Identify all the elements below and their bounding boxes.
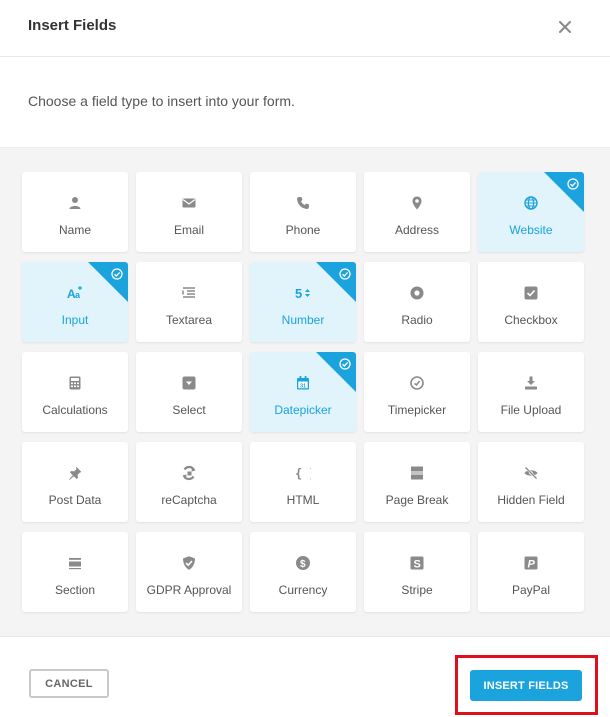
field-tile-label: HTML [286,493,320,507]
dialog-header: Insert Fields [0,0,610,57]
field-tile-label: Website [509,223,553,237]
dollar-icon: $ [295,555,311,571]
dialog-footer: CANCEL INSERT FIELDS [0,638,610,717]
field-tile-label: Email [173,223,204,237]
text-input-icon: Aa [67,285,83,301]
field-tile-label: Number [281,313,325,327]
field-tile-label: Hidden Field [497,493,565,507]
field-tile-phone[interactable]: Phone [250,172,356,252]
field-tile-stripe[interactable]: S Stripe [364,532,470,612]
field-tile-label: Phone [285,223,321,237]
radio-icon [409,285,425,301]
field-tile-page-break[interactable]: Page Break [364,442,470,522]
field-tile-currency[interactable]: $ Currency [250,532,356,612]
user-icon [67,195,83,211]
field-tile-radio[interactable]: Radio [364,262,470,342]
insert-fields-dialog: Insert Fields Choose a field type to ins… [0,0,610,717]
field-tile-calculations[interactable]: Calculations [22,352,128,432]
field-tile-section[interactable]: Section [22,532,128,612]
field-tile-label: PayPal [511,583,551,597]
field-tile-textarea[interactable]: Textarea [136,262,242,342]
field-tile-select[interactable]: Select [136,352,242,432]
upload-icon [523,375,539,391]
field-tile-label: Name [58,223,91,237]
pin-icon [67,465,83,481]
field-tile-label: Timepicker [387,403,447,417]
field-tile-checkbox[interactable]: Checkbox [478,262,584,342]
field-tile-label: Textarea [165,313,213,327]
svg-text:31: 31 [300,384,306,390]
field-tile-label: Page Break [385,493,449,507]
svg-text:$: $ [300,559,306,570]
field-tile-hidden-field[interactable]: Hidden Field [478,442,584,522]
field-tile-label: Checkbox [504,313,558,327]
number-icon: 5 [295,285,311,301]
envelope-icon [181,195,197,211]
field-tile-label: Post Data [48,493,102,507]
field-tile-label: Address [394,223,440,237]
svg-text:a: a [75,290,81,300]
shield-check-icon [181,555,197,571]
check-circle-icon [567,177,579,190]
check-circle-icon [111,267,123,280]
stripe-icon: S [409,555,425,571]
field-tile-name[interactable]: Name [22,172,128,252]
field-tile-gdpr-approval[interactable]: GDPR Approval [136,532,242,612]
section-icon [67,555,83,571]
field-tile-label: GDPR Approval [146,583,232,597]
field-type-grid: Name Email Phone Address Website Aa Input Texta… [22,172,584,612]
field-tile-number[interactable]: 5 Number [250,262,356,342]
code-braces-icon: { } [295,465,311,481]
field-tile-html[interactable]: { } HTML [250,442,356,522]
globe-icon [523,195,539,211]
field-tile-label: Radio [401,313,433,327]
field-tile-input[interactable]: Aa Input [22,262,128,342]
field-tile-website[interactable]: Website [478,172,584,252]
field-tile-label: Select [172,403,206,417]
dialog-description: Choose a field type to insert into your … [28,93,295,109]
select-icon [181,375,197,391]
textarea-icon [181,285,197,301]
field-tile-email[interactable]: Email [136,172,242,252]
calculator-icon [67,375,83,391]
svg-text:{ }: { } [295,467,311,481]
paypal-icon: P [523,555,539,571]
field-tile-post-data[interactable]: Post Data [22,442,128,522]
calendar-icon: 31 [295,375,311,391]
check-circle-icon [339,267,351,280]
dialog-title: Insert Fields [28,17,117,34]
recaptcha-icon [181,465,197,481]
svg-text:P: P [528,559,536,571]
page-break-icon [409,465,425,481]
clock-icon [409,375,425,391]
field-tile-label: Datepicker [274,403,332,417]
insert-fields-button[interactable]: INSERT FIELDS [470,670,582,701]
field-tile-paypal[interactable]: P PayPal [478,532,584,612]
field-tile-label: Calculations [42,403,108,417]
field-tile-label: Currency [278,583,328,597]
field-tile-label: Stripe [401,583,433,597]
field-tile-label: Section [54,583,96,597]
field-tile-timepicker[interactable]: Timepicker [364,352,470,432]
phone-icon [295,195,311,211]
map-pin-icon [409,195,425,211]
field-tile-datepicker[interactable]: 31 Datepicker [250,352,356,432]
check-circle-icon [339,357,351,370]
field-tile-label: Input [61,313,89,327]
field-tile-address[interactable]: Address [364,172,470,252]
cancel-button[interactable]: CANCEL [29,669,109,698]
close-button[interactable] [554,16,576,38]
field-tile-label: File Upload [500,403,562,417]
eye-off-icon [523,465,539,481]
svg-text:5: 5 [295,286,302,301]
field-type-grid-area: Name Email Phone Address Website Aa Input Texta… [0,147,610,637]
close-icon [559,21,571,33]
field-tile-label: reCaptcha [161,493,217,507]
svg-text:S: S [414,559,421,571]
field-tile-file-upload[interactable]: File Upload [478,352,584,432]
field-tile-recaptcha[interactable]: reCaptcha [136,442,242,522]
checkbox-icon [523,285,539,301]
insert-button-highlight: INSERT FIELDS [455,655,598,715]
